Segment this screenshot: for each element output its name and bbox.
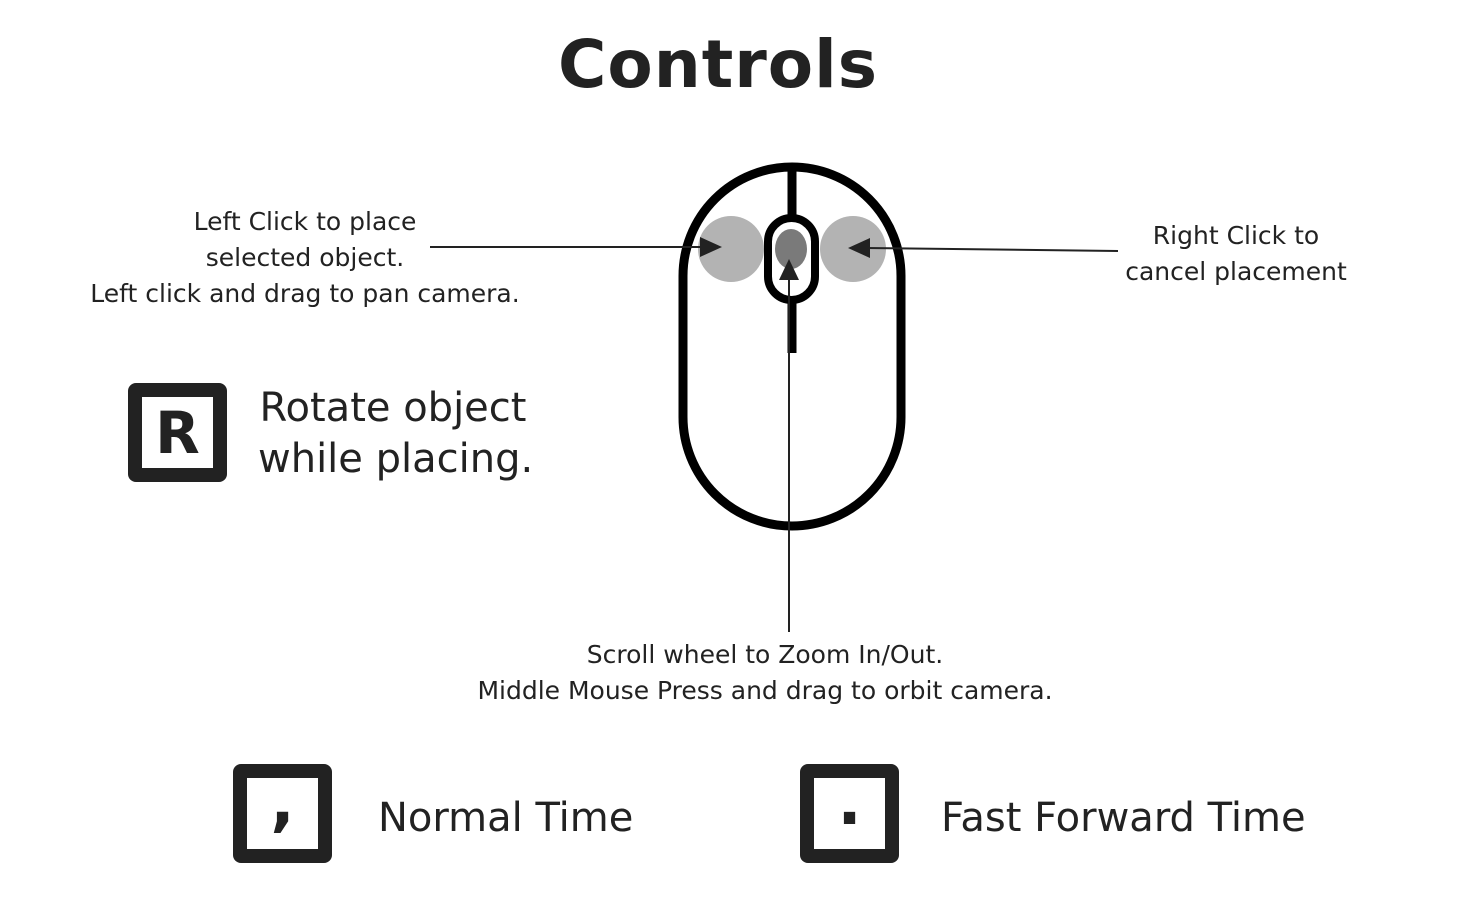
- rotate-key-label: Rotate object while placing.: [258, 383, 534, 485]
- left-click-note-line-3: Left click and drag to pan camera.: [90, 279, 520, 308]
- fast-forward-time-label: Fast Forward Time: [941, 795, 1306, 841]
- r-key-icon: R: [128, 383, 227, 482]
- scroll-wheel-highlight: [775, 229, 807, 269]
- right-click-note-line-2: cancel placement: [1125, 257, 1347, 286]
- rotate-key-label-line-2: while placing.: [258, 436, 534, 482]
- period-key-icon: .: [800, 764, 899, 863]
- right-click-arrow: [865, 247, 1119, 252]
- controls-diagram: Controls Left Click to place selected ob…: [0, 0, 1471, 912]
- r-key-face: R: [142, 397, 213, 468]
- scroll-wheel-note-line-1: Scroll wheel to Zoom In/Out.: [586, 640, 944, 669]
- left-click-note-line-2: selected object.: [205, 243, 405, 272]
- period-key-glyph: .: [837, 765, 862, 840]
- scroll-wheel-note-line-2: Middle Mouse Press and drag to orbit cam…: [477, 676, 1053, 705]
- left-click-note-line-1: Left Click to place: [193, 207, 417, 236]
- comma-key-glyph: ,: [270, 765, 295, 840]
- scroll-wheel-note: Scroll wheel to Zoom In/Out. Middle Mous…: [430, 637, 1100, 709]
- r-key-glyph: R: [155, 398, 200, 467]
- right-click-note-line-1: Right Click to: [1152, 221, 1320, 250]
- right-click-note: Right Click to cancel placement: [1105, 218, 1367, 290]
- comma-key-icon: ,: [233, 764, 332, 863]
- normal-time-label: Normal Time: [378, 795, 634, 841]
- period-key-face: .: [814, 765, 885, 849]
- left-click-note: Left Click to place selected object. Lef…: [70, 204, 540, 312]
- rotate-key-label-line-1: Rotate object: [259, 385, 527, 431]
- comma-key-face: ,: [247, 765, 318, 849]
